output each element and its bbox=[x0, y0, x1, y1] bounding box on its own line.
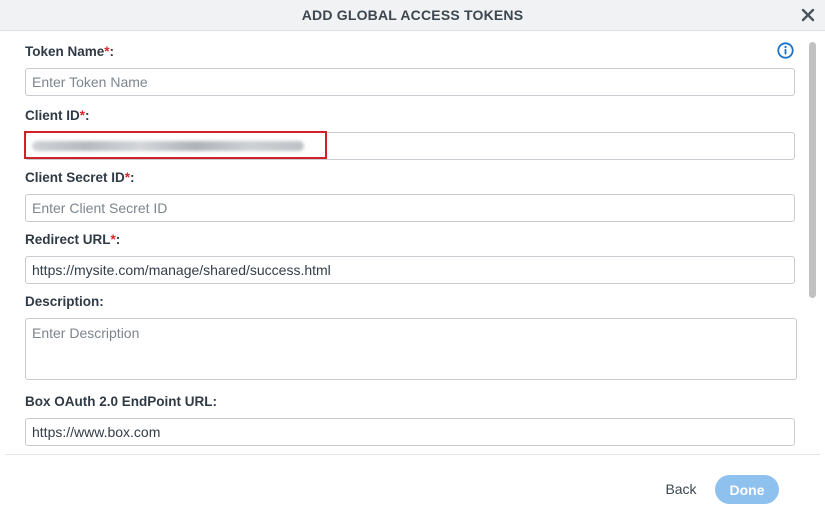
dialog-header: ADD GLOBAL ACCESS TOKENS bbox=[0, 0, 825, 31]
client-secret-id-input[interactable] bbox=[25, 194, 795, 222]
label-suffix: : bbox=[115, 232, 121, 247]
client-secret-id-label-text: Client Secret ID bbox=[25, 170, 125, 185]
dialog-body: Token Name*: Client ID*: Client Secret I… bbox=[0, 31, 825, 453]
description-textarea[interactable] bbox=[25, 318, 797, 380]
back-button[interactable]: Back bbox=[656, 475, 706, 503]
scrollbar-thumb[interactable] bbox=[809, 42, 816, 298]
label-suffix: : bbox=[85, 108, 90, 123]
endpoint-url-label: Box OAuth 2.0 EndPoint URL: bbox=[25, 394, 217, 409]
token-name-label: Token Name*: bbox=[25, 44, 114, 59]
client-id-label-text: Client ID bbox=[25, 108, 80, 123]
client-id-input[interactable] bbox=[25, 132, 795, 160]
dialog-title: ADD GLOBAL ACCESS TOKENS bbox=[301, 7, 524, 23]
redirect-url-input[interactable] bbox=[25, 256, 795, 284]
info-icon bbox=[777, 42, 794, 59]
footer-divider bbox=[5, 454, 820, 455]
label-suffix: : bbox=[130, 170, 135, 185]
redirect-url-label: Redirect URL*: bbox=[25, 232, 120, 247]
add-global-access-tokens-dialog: ADD GLOBAL ACCESS TOKENS Token Name*: Cl… bbox=[0, 0, 825, 519]
close-icon bbox=[801, 8, 815, 22]
token-name-label-text: Token Name bbox=[25, 44, 105, 59]
client-id-label: Client ID*: bbox=[25, 108, 90, 123]
close-button[interactable] bbox=[799, 6, 817, 24]
description-label: Description: bbox=[25, 294, 104, 309]
info-button[interactable] bbox=[777, 42, 794, 59]
done-button[interactable]: Done bbox=[715, 475, 779, 504]
endpoint-url-input[interactable] bbox=[25, 418, 795, 446]
label-suffix: : bbox=[109, 44, 115, 59]
client-secret-id-label: Client Secret ID*: bbox=[25, 170, 135, 185]
redirect-url-label-text: Redirect URL bbox=[25, 232, 111, 247]
token-name-input[interactable] bbox=[25, 68, 795, 96]
